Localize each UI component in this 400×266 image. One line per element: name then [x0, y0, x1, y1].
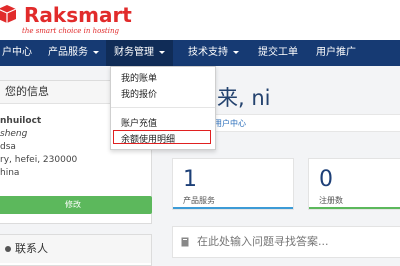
nav-label: 提交工单 — [258, 47, 298, 58]
stat-products-label: 产品服务 — [183, 196, 215, 205]
menu-my-quotes[interactable]: 我的报价 — [121, 87, 157, 100]
search-input[interactable] — [197, 231, 393, 251]
info-address: dsa — [0, 142, 16, 152]
info-country: hina — [0, 168, 20, 178]
info-company: sheng — [0, 129, 28, 139]
breadcrumb-user-center[interactable]: 用户中心 — [214, 118, 246, 129]
brand-tagline: the smart choice in hosting — [22, 27, 119, 35]
stat-card-registrations[interactable]: 0 注册数 — [308, 158, 400, 210]
menu-divider — [111, 107, 215, 108]
nav-support[interactable]: 技术支持 — [188, 40, 239, 66]
stat-card-products[interactable]: 1 产品服务 — [172, 158, 294, 210]
nav-label: 技术支持 — [188, 47, 228, 58]
logo-box-icon[interactable] — [0, 3, 18, 25]
contacts-title: 联系人 — [15, 242, 48, 255]
caret-down-icon — [93, 50, 99, 54]
stat-registrations-bar — [309, 207, 400, 209]
person-icon — [5, 246, 11, 252]
nav-label: 户中心 — [2, 47, 32, 58]
stat-products-value: 1 — [183, 167, 197, 192]
stat-products-bar — [173, 207, 293, 209]
caret-down-icon — [233, 50, 239, 54]
knowledgebase-search[interactable] — [172, 226, 400, 258]
nav-affiliate[interactable]: 用户推广 — [316, 40, 356, 66]
menu-account-recharge[interactable]: 账户充值 — [121, 116, 157, 129]
info-name: nhuiloct — [0, 116, 42, 126]
nav-products[interactable]: 产品服务 — [48, 40, 99, 66]
contacts-panel: 联系人 — [0, 234, 152, 266]
nav-user-center[interactable]: 户中心 — [2, 40, 32, 66]
highlight-box — [113, 130, 211, 144]
nav-finance[interactable]: 财务管理 — [106, 40, 173, 66]
info-city: ry, hefei, 230000 — [0, 155, 78, 165]
stat-registrations-label: 注册数 — [319, 196, 343, 205]
nav-label: 财务管理 — [114, 47, 154, 58]
nav-label: 用户推广 — [316, 47, 356, 58]
nav-label: 产品服务 — [48, 47, 88, 58]
finance-dropdown-menu: 我的账单 我的报价 账户充值 余额使用明细 — [110, 66, 216, 150]
stat-registrations-value: 0 — [319, 167, 333, 192]
menu-my-bills[interactable]: 我的账单 — [121, 71, 157, 84]
brand-name[interactable]: Raksmart — [24, 3, 132, 27]
book-icon — [181, 237, 189, 247]
nav-submit-ticket[interactable]: 提交工单 — [258, 40, 298, 66]
caret-down-icon — [159, 50, 165, 54]
update-info-button[interactable]: 修改 — [0, 196, 152, 214]
